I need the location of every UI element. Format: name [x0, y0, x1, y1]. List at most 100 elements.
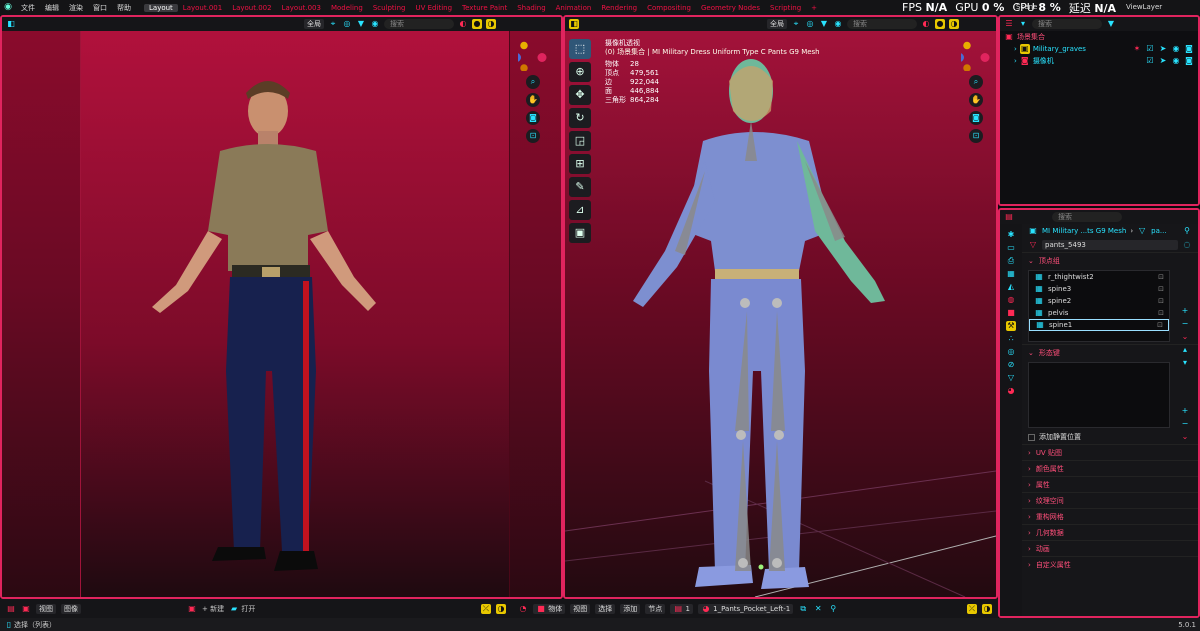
annotate-tool[interactable]: ✎	[569, 177, 591, 197]
checkbox-icon[interactable]: ☑	[1145, 44, 1155, 54]
panel-remesh[interactable]: › 重构网格	[1022, 508, 1198, 524]
view-menu[interactable]: 视图	[36, 603, 56, 614]
menu-chevron-icon[interactable]: ⌄	[1180, 332, 1190, 342]
viewport-right[interactable]: ◧ 全局 ⌖ ◎ ▼ ◉ 搜索 ◐ ● ◑ ⬚ ⊕ ✥ ↻ ◲ ⊞ ✎ ⊿ ▣ …	[563, 15, 998, 599]
add-rest-position-row[interactable]: 添加静置位置	[1022, 430, 1198, 444]
mode-icon[interactable]: ▣	[21, 604, 31, 614]
transform-orientation-dropdown[interactable]: 全局	[304, 19, 324, 29]
filter-icon[interactable]: ▼	[1106, 19, 1116, 29]
panel-custom-properties[interactable]: › 自定义属性	[1022, 556, 1198, 572]
axis-gizmo-icon[interactable]	[961, 41, 991, 71]
editor-type-icon[interactable]: ☰	[1004, 19, 1014, 29]
list-item[interactable]: ▦ r_thightwist2 ⊡	[1029, 271, 1169, 283]
material-slot-dropdown[interactable]: ▤ 1	[670, 603, 693, 614]
mesh-name-field[interactable]: pants_5493	[1042, 240, 1178, 250]
move-down-icon[interactable]: ▾	[1180, 358, 1190, 368]
mode-dropdown[interactable]: ■ 物体	[533, 603, 566, 614]
remove-icon[interactable]: −	[1180, 319, 1190, 329]
image-menu[interactable]: 图像	[61, 603, 81, 614]
render-tab-icon[interactable]: ▭	[1006, 243, 1016, 253]
selectable-icon[interactable]: ➤	[1158, 44, 1168, 54]
add-cube-tool[interactable]: ▣	[569, 223, 591, 243]
menu-file[interactable]: 文件	[16, 3, 40, 13]
lock-icon[interactable]: ⊡	[526, 129, 540, 143]
outliner-search[interactable]: 搜索	[1032, 19, 1102, 29]
viewport-right-canvas[interactable]	[565, 31, 996, 597]
data-tab-icon[interactable]: ▽	[1006, 373, 1016, 383]
menu-help[interactable]: 帮助	[112, 3, 136, 13]
particles-tab-icon[interactable]: ∴	[1006, 334, 1016, 344]
list-item[interactable]: ▦ spine2 ⊡	[1029, 295, 1169, 307]
visibility-icon[interactable]: ◉	[370, 19, 380, 29]
overlay-toggle-icon[interactable]: ◑	[982, 603, 992, 614]
scale-tool[interactable]: ◲	[569, 131, 591, 151]
lock-icon[interactable]: ⊡	[1158, 273, 1164, 281]
material-selector[interactable]: ◕ 1_Pants_Pocket_Left-1	[697, 603, 794, 614]
open-image-button[interactable]: ▰ 打开	[229, 604, 255, 614]
pin-icon[interactable]: ⚲	[1182, 226, 1192, 236]
view-menu[interactable]: 视图	[570, 603, 591, 614]
visibility-icon[interactable]: ◉	[833, 19, 843, 29]
view-layer-tab-icon[interactable]: ▦	[1006, 269, 1016, 279]
add-workspace-button[interactable]: +	[806, 4, 822, 12]
scene-selector[interactable]: Scene	[1016, 3, 1037, 11]
scene-tab-icon[interactable]: ◭	[1006, 282, 1016, 292]
shading-render-icon[interactable]: ◑	[949, 19, 959, 29]
camera-view-icon[interactable]: ◙	[526, 111, 540, 125]
shading-solid-icon[interactable]: ●	[935, 19, 945, 29]
tab-modeling[interactable]: Modeling	[326, 4, 368, 12]
menu-window[interactable]: 窗口	[88, 3, 112, 13]
viewport-left[interactable]: ◧ 全局 ⌖ ◎ ▼ ◉ 搜索 ◐ ● ◑ ⌕ ✋ ◙ ⊡	[0, 15, 563, 599]
proportional-editing-icon[interactable]: ◎	[342, 19, 352, 29]
add-icon[interactable]: +	[1180, 406, 1190, 416]
panel-animation[interactable]: › 动画	[1022, 540, 1198, 556]
pan-hand-icon[interactable]: ✋	[969, 93, 983, 107]
outliner-item[interactable]: › ◙ 摄像机 ☑ ➤ ◉ ◙	[1000, 55, 1198, 67]
list-item-selected[interactable]: ▦ spine1 ⊡	[1029, 319, 1169, 331]
overlay-icon[interactable]: ◐	[921, 19, 931, 29]
lock-icon[interactable]: ⊡	[1158, 297, 1164, 305]
new-image-button[interactable]: + 新建	[202, 604, 224, 614]
tab-shading[interactable]: Shading	[512, 4, 550, 12]
remove-icon[interactable]: −	[1180, 419, 1190, 429]
tab-scripting[interactable]: Scripting	[765, 4, 806, 12]
pivot-icon[interactable]: ⤫	[481, 603, 491, 614]
world-tab-icon[interactable]: ◍	[1006, 295, 1016, 305]
camera-render-icon[interactable]: ◙	[1184, 56, 1194, 66]
snap-icon[interactable]: ⌖	[791, 19, 801, 29]
object-tab-icon[interactable]: ■	[1006, 308, 1016, 318]
move-tool[interactable]: ✥	[569, 85, 591, 105]
expand-chevron-icon[interactable]: ›	[1014, 57, 1017, 65]
lock-icon[interactable]: ⊡	[1158, 285, 1164, 293]
tab-compositing[interactable]: Compositing	[642, 4, 696, 12]
checkbox-icon[interactable]: ☑	[1145, 56, 1155, 66]
tool-tab-icon[interactable]: ✱	[1006, 230, 1016, 240]
zoom-icon[interactable]: ⌕	[526, 75, 540, 89]
rotate-tool[interactable]: ↻	[569, 108, 591, 128]
panel-geometry-data[interactable]: › 几何数据	[1022, 524, 1198, 540]
editor-type-icon[interactable]: ◧	[569, 19, 579, 29]
add-icon[interactable]: +	[1180, 306, 1190, 316]
panel-texture-space[interactable]: › 纹理空间	[1022, 492, 1198, 508]
proportional-editing-icon[interactable]: ◎	[805, 19, 815, 29]
duplicate-material-icon[interactable]: ⧉	[798, 604, 808, 614]
mesh-data-icon[interactable]: ▽	[1028, 240, 1038, 250]
tab-layout-003[interactable]: Layout.003	[277, 4, 326, 12]
constraints-tab-icon[interactable]: ⊘	[1006, 360, 1016, 370]
lock-icon[interactable]: ⊡	[1158, 309, 1164, 317]
transform-orientation-dropdown[interactable]: 全局	[767, 19, 787, 29]
tab-uv-editing[interactable]: UV Editing	[411, 4, 458, 12]
snap-icon[interactable]: ⌖	[328, 19, 338, 29]
eye-icon[interactable]: ◉	[1171, 44, 1181, 54]
select-menu[interactable]: 选择	[595, 603, 616, 614]
shading-render-icon[interactable]: ◑	[486, 19, 496, 29]
expand-chevron-icon[interactable]: ›	[1014, 45, 1017, 53]
camera-view-icon[interactable]: ◙	[969, 111, 983, 125]
viewport-right-search[interactable]: 搜索	[847, 19, 917, 29]
shading-solid-icon[interactable]: ●	[472, 19, 482, 29]
add-menu[interactable]: 添加	[620, 603, 641, 614]
fake-user-icon[interactable]: ◌	[1182, 240, 1192, 250]
tab-layout-001[interactable]: Layout.001	[178, 4, 227, 12]
editor-type-icon[interactable]: ◔	[518, 604, 528, 614]
overlay-icon[interactable]: ◐	[458, 19, 468, 29]
